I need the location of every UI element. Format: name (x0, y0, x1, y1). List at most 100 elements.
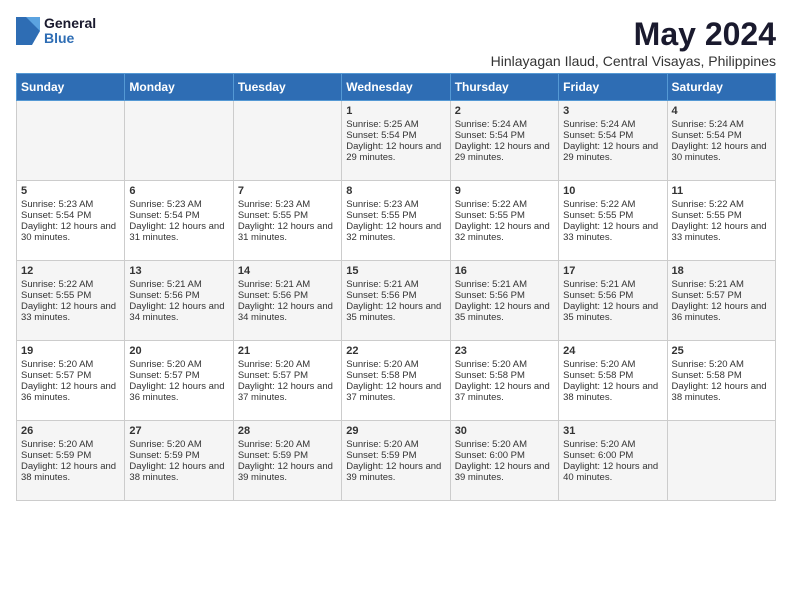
daylight-label: Daylight: 12 hours and 39 minutes. (238, 461, 333, 483)
calendar-cell: 28Sunrise: 5:20 AMSunset: 5:59 PMDayligh… (233, 421, 341, 501)
calendar-cell (125, 101, 233, 181)
calendar-week-row: 26Sunrise: 5:20 AMSunset: 5:59 PMDayligh… (17, 421, 776, 501)
calendar-cell: 5Sunrise: 5:23 AMSunset: 5:54 PMDaylight… (17, 181, 125, 261)
sunset-label: Sunset: 5:56 PM (238, 290, 308, 301)
daylight-label: Daylight: 12 hours and 30 minutes. (21, 221, 116, 243)
calendar-header-row: SundayMondayTuesdayWednesdayThursdayFrid… (17, 74, 776, 101)
day-number: 15 (346, 265, 445, 277)
sunset-label: Sunset: 5:58 PM (346, 370, 416, 381)
calendar-week-row: 1Sunrise: 5:25 AMSunset: 5:54 PMDaylight… (17, 101, 776, 181)
sunset-label: Sunset: 5:58 PM (672, 370, 742, 381)
calendar-cell: 2Sunrise: 5:24 AMSunset: 5:54 PMDaylight… (450, 101, 558, 181)
sunrise-label: Sunrise: 5:23 AM (238, 199, 310, 210)
sunset-label: Sunset: 5:59 PM (21, 450, 91, 461)
sunrise-label: Sunrise: 5:20 AM (672, 359, 744, 370)
logo-text: General Blue (44, 16, 96, 47)
sunset-label: Sunset: 5:59 PM (238, 450, 308, 461)
logo-icon (16, 17, 40, 45)
daylight-label: Daylight: 12 hours and 37 minutes. (238, 381, 333, 403)
day-number: 28 (238, 425, 337, 437)
daylight-label: Daylight: 12 hours and 31 minutes. (238, 221, 333, 243)
sunrise-label: Sunrise: 5:20 AM (455, 359, 527, 370)
sunrise-label: Sunrise: 5:22 AM (563, 199, 635, 210)
sunset-label: Sunset: 5:54 PM (129, 210, 199, 221)
day-number: 23 (455, 345, 554, 357)
daylight-label: Daylight: 12 hours and 39 minutes. (455, 461, 550, 483)
sunset-label: Sunset: 5:54 PM (563, 130, 633, 141)
daylight-label: Daylight: 12 hours and 36 minutes. (21, 381, 116, 403)
daylight-label: Daylight: 12 hours and 32 minutes. (346, 221, 441, 243)
daylight-label: Daylight: 12 hours and 33 minutes. (563, 221, 658, 243)
sunset-label: Sunset: 6:00 PM (563, 450, 633, 461)
header-day-friday: Friday (559, 74, 667, 101)
sunrise-label: Sunrise: 5:21 AM (455, 279, 527, 290)
day-number: 14 (238, 265, 337, 277)
sunset-label: Sunset: 5:57 PM (672, 290, 742, 301)
day-number: 3 (563, 105, 662, 117)
daylight-label: Daylight: 12 hours and 35 minutes. (563, 301, 658, 323)
sunset-label: Sunset: 5:54 PM (346, 130, 416, 141)
day-number: 20 (129, 345, 228, 357)
day-number: 21 (238, 345, 337, 357)
daylight-label: Daylight: 12 hours and 29 minutes. (346, 141, 441, 163)
day-number: 8 (346, 185, 445, 197)
calendar-cell: 11 Sunrise: 5:22 AMSunset: 5:55 PMDayligh… (667, 181, 775, 261)
sunrise-label: Sunrise: 5:22 AM (672, 199, 744, 210)
month-title: May 2024 (491, 16, 776, 53)
sunrise-label: Sunrise: 5:20 AM (346, 359, 418, 370)
daylight-label: Daylight: 12 hours and 29 minutes. (455, 141, 550, 163)
calendar-cell: 27Sunrise: 5:20 AMSunset: 5:59 PMDayligh… (125, 421, 233, 501)
sunrise-label: Sunrise: 5:22 AM (21, 279, 93, 290)
calendar-cell: 26Sunrise: 5:20 AMSunset: 5:59 PMDayligh… (17, 421, 125, 501)
day-number: 17 (563, 265, 662, 277)
header-day-tuesday: Tuesday (233, 74, 341, 101)
location-title: Hinlayagan Ilaud, Central Visayas, Phili… (491, 53, 776, 69)
daylight-label: Daylight: 12 hours and 38 minutes. (563, 381, 658, 403)
sunset-label: Sunset: 5:56 PM (346, 290, 416, 301)
calendar-week-row: 12Sunrise: 5:22 AMSunset: 5:55 PMDayligh… (17, 261, 776, 341)
day-number: 18 (672, 265, 771, 277)
daylight-label: Daylight: 12 hours and 36 minutes. (672, 301, 767, 323)
sunset-label: Sunset: 5:55 PM (672, 210, 742, 221)
calendar-cell: 14Sunrise: 5:21 AMSunset: 5:56 PMDayligh… (233, 261, 341, 341)
sunrise-label: Sunrise: 5:20 AM (455, 439, 527, 450)
daylight-label: Daylight: 12 hours and 38 minutes. (672, 381, 767, 403)
calendar-cell: 8Sunrise: 5:23 AMSunset: 5:55 PMDaylight… (342, 181, 450, 261)
calendar-cell: 24Sunrise: 5:20 AMSunset: 5:58 PMDayligh… (559, 341, 667, 421)
calendar-cell: 1Sunrise: 5:25 AMSunset: 5:54 PMDaylight… (342, 101, 450, 181)
calendar-cell: 4Sunrise: 5:24 AMSunset: 5:54 PMDaylight… (667, 101, 775, 181)
day-number: 4 (672, 105, 771, 117)
sunset-label: Sunset: 5:54 PM (455, 130, 525, 141)
day-number: 1 (346, 105, 445, 117)
logo: General Blue (16, 16, 96, 47)
day-number: 7 (238, 185, 337, 197)
sunrise-label: Sunrise: 5:20 AM (563, 359, 635, 370)
daylight-label: Daylight: 12 hours and 33 minutes. (21, 301, 116, 323)
calendar-cell: 17Sunrise: 5:21 AMSunset: 5:56 PMDayligh… (559, 261, 667, 341)
sunset-label: Sunset: 5:56 PM (563, 290, 633, 301)
calendar-cell: 13Sunrise: 5:21 AMSunset: 5:56 PMDayligh… (125, 261, 233, 341)
header-day-monday: Monday (125, 74, 233, 101)
page-header: General Blue May 2024 Hinlayagan Ilaud, … (16, 16, 776, 69)
sunrise-label: Sunrise: 5:20 AM (346, 439, 418, 450)
daylight-label: Daylight: 12 hours and 35 minutes. (346, 301, 441, 323)
day-number: 11 (672, 185, 771, 197)
daylight-label: Daylight: 12 hours and 33 minutes. (672, 221, 767, 243)
daylight-label: Daylight: 12 hours and 38 minutes. (21, 461, 116, 483)
sunset-label: Sunset: 5:55 PM (238, 210, 308, 221)
header-day-thursday: Thursday (450, 74, 558, 101)
calendar-cell: 9Sunrise: 5:22 AMSunset: 5:55 PMDaylight… (450, 181, 558, 261)
sunrise-label: Sunrise: 5:21 AM (672, 279, 744, 290)
day-number: 31 (563, 425, 662, 437)
sunrise-label: Sunrise: 5:24 AM (563, 119, 635, 130)
day-number: 27 (129, 425, 228, 437)
calendar-cell: 23Sunrise: 5:20 AMSunset: 5:58 PMDayligh… (450, 341, 558, 421)
sunset-label: Sunset: 5:56 PM (455, 290, 525, 301)
calendar-cell (17, 101, 125, 181)
header-day-saturday: Saturday (667, 74, 775, 101)
sunset-label: Sunset: 5:58 PM (455, 370, 525, 381)
sunrise-label: Sunrise: 5:21 AM (129, 279, 201, 290)
calendar-cell: 15Sunrise: 5:21 AMSunset: 5:56 PMDayligh… (342, 261, 450, 341)
sunrise-label: Sunrise: 5:24 AM (455, 119, 527, 130)
calendar-table: SundayMondayTuesdayWednesdayThursdayFrid… (16, 73, 776, 501)
